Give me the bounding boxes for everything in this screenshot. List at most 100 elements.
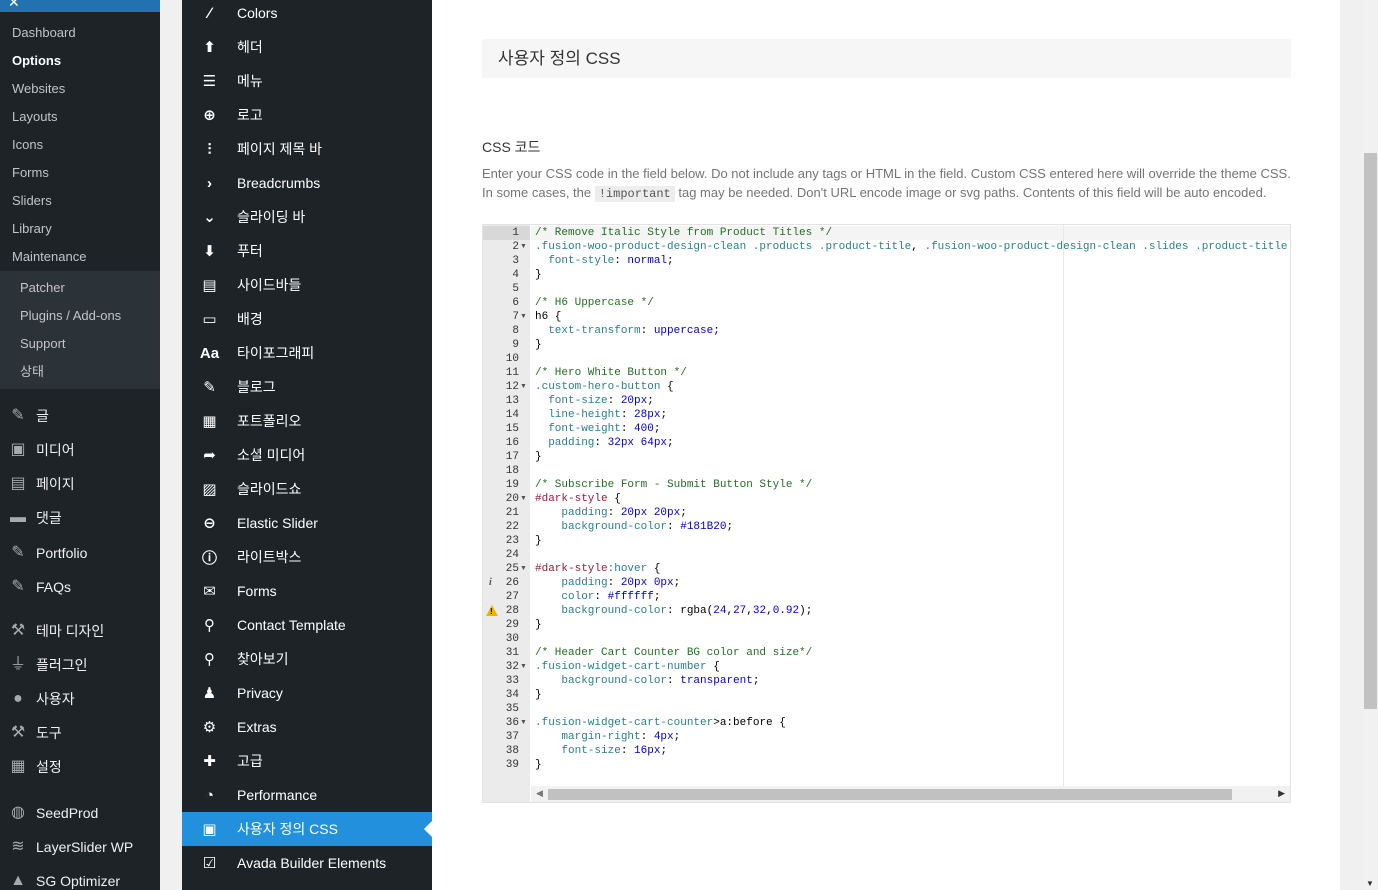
wp-submenu-item[interactable]: Forms [0, 159, 160, 187]
wp-menu-item[interactable]: ⚒ 도구 [0, 716, 160, 750]
options-menu-item[interactable]: ☰ 메뉴 [182, 64, 432, 98]
wp-menu-label: 글 [36, 408, 49, 424]
wp-submenu-item[interactable]: Library [0, 215, 160, 243]
line-number: 34 [505, 689, 519, 701]
page-scroll-thumb[interactable] [1364, 153, 1377, 709]
wp-menu-label: SG Optimizer [36, 873, 121, 889]
options-menu-item[interactable]: ☑ Avada Builder Elements [182, 846, 432, 880]
line-number: 10 [505, 353, 519, 365]
wp-menu-label: 테마 디자인 [36, 623, 105, 639]
fold-toggle-icon[interactable]: ▼ [520, 562, 527, 576]
options-menu-item[interactable]: › Breadcrumbs [182, 166, 432, 200]
options-menu-label: Performance [237, 787, 318, 803]
wp-menu-item[interactable]: ● 사용자 [0, 682, 160, 716]
wp-menu-item[interactable]: ▣ 미디어 [0, 433, 160, 467]
options-menu-item[interactable]: ⚲ Contact Template [182, 608, 432, 642]
scroll-down-icon[interactable]: ▼ [1366, 879, 1374, 888]
options-menu-label: 푸터 [237, 243, 263, 259]
wp-submenu2-item[interactable]: Support [0, 330, 160, 358]
editor-gutter: 1 2 ▼ 3 4 5 6 7 ▼ 8 9 10 11 12 ▼ 13 14 15 16 17 18 19 20 ▼ 21 22 2… [483, 225, 530, 802]
wp-submenu-item[interactable]: Websites [0, 75, 160, 103]
options-menu-item[interactable]: ▤ 사이드바들 [182, 268, 432, 302]
options-menu-item[interactable]: Aa 타이포그래피 [182, 336, 432, 370]
wp-submenu-item[interactable]: Layouts [0, 103, 160, 131]
wp-menu-item[interactable]: ◍ SeedProd [0, 796, 160, 830]
code-line: /* Subscribe Form - Submit Button Style … [535, 479, 813, 491]
options-menu-item[interactable]: ▨ 슬라이드쇼 [182, 472, 432, 506]
options-menu-item[interactable]: ⚲ 찾아보기 [182, 642, 432, 676]
wp-submenu2-item[interactable]: 상태 [0, 358, 160, 386]
options-menu-item[interactable]: ▣ 사용자 정의 CSS [182, 812, 432, 846]
line-number: 25 [505, 563, 519, 575]
wp-menu-item[interactable]: ✎ 글 [0, 399, 160, 433]
code-line: line-height: 28px; [548, 409, 668, 421]
options-menu-item[interactable]: ⊕ 로고 [182, 98, 432, 132]
options-menu-label: 사용자 정의 CSS [237, 821, 338, 837]
scroll-left-icon[interactable]: ◀ [536, 788, 543, 799]
wp-menu-label: LayerSlider WP [36, 839, 134, 855]
line-number: 6 [512, 297, 519, 309]
options-menu-item[interactable]: ➦ 소셜 미디어 [182, 438, 432, 472]
options-menu-item[interactable]: ⫶ 페이지 제목 바 [182, 132, 432, 166]
options-menu-item[interactable]: ◔ Performance [182, 778, 432, 812]
wp-menu-item[interactable]: ✎ FAQs [0, 570, 160, 604]
options-menu-item[interactable]: ▦ 포트폴리오 [182, 404, 432, 438]
chevron-down-icon: ⌄ [203, 209, 216, 226]
options-menu-item[interactable]: ⓘ 라이트박스 [182, 540, 432, 574]
hamburger-icon: ☰ [202, 73, 217, 90]
fold-toggle-icon[interactable]: ▼ [520, 492, 527, 506]
fold-toggle-icon[interactable]: ▼ [520, 240, 527, 254]
options-menu-label: 찾아보기 [237, 651, 289, 667]
options-menu-item[interactable]: ♟ Privacy [182, 676, 432, 710]
options-menu-item[interactable]: ✉ Forms [182, 574, 432, 608]
wp-menu-label: 댓글 [36, 510, 62, 526]
options-menu-item[interactable]: ∕ Colors [182, 0, 432, 30]
wp-submenu-item[interactable]: Sliders [0, 187, 160, 215]
options-menu-item[interactable]: ⬇ 푸터 [182, 234, 432, 268]
wp-submenu2-item[interactable]: Patcher [0, 274, 160, 302]
wp-submenu-item[interactable]: Options [0, 47, 160, 75]
fold-toggle-icon[interactable]: ▼ [520, 660, 527, 674]
code-line: .custom-hero-button { [535, 381, 674, 393]
line-number: 35 [505, 703, 519, 715]
editor-code-area[interactable]: /* Remove Italic Style from Product Titl… [531, 225, 1290, 786]
field-description: Enter your CSS code in the field below. … [482, 164, 1291, 204]
field-title: CSS 코드 [482, 139, 541, 155]
page-scrollbar[interactable]: ▼ [1363, 0, 1378, 890]
wp-menu-item[interactable]: ▲ SG Optimizer [0, 864, 160, 890]
options-menu-item[interactable]: ▭ 배경 [182, 302, 432, 336]
fold-toggle-icon[interactable]: ▼ [520, 380, 527, 394]
options-menu-item[interactable]: ⊖ Elastic Slider [182, 506, 432, 540]
wp-submenu-item[interactable]: Dashboard [0, 19, 160, 47]
info-icon: i [489, 577, 492, 588]
avada-menu-header[interactable]: ✕ [0, 0, 160, 12]
options-menu-item[interactable]: ⚙ Extras [182, 710, 432, 744]
wp-menu-item[interactable]: ≋ LayerSlider WP [0, 830, 160, 864]
horizontal-scrollbar[interactable]: ◀ ▶ [531, 786, 1290, 802]
css-code-editor[interactable]: 1 2 ▼ 3 4 5 6 7 ▼ 8 9 10 11 12 ▼ 13 14 15 16 17 18 19 20 ▼ 21 22 2… [482, 224, 1291, 803]
wp-menu-item[interactable]: ⏚ 플러그인 [0, 648, 160, 682]
horizontal-scroll-thumb[interactable] [548, 789, 1232, 800]
wp-menu-item[interactable]: ▬ 댓글 [0, 501, 160, 535]
wp-submenu-item[interactable]: Icons [0, 131, 160, 159]
options-menu-item[interactable]: ✚ 고급 [182, 744, 432, 778]
code-line: font-size: 16px; [561, 745, 668, 757]
code-line: } [535, 269, 542, 281]
wp-menu-item[interactable]: ✎ Portfolio [0, 536, 160, 570]
options-menu-item[interactable]: ⬆ 헤더 [182, 30, 432, 64]
info-icon: ⓘ [201, 549, 217, 567]
fold-toggle-icon[interactable]: ▼ [520, 716, 527, 730]
fold-toggle-icon[interactable]: ▼ [520, 310, 527, 324]
scroll-right-icon[interactable]: ▶ [1278, 788, 1285, 799]
sliders-icon: ⫶ [207, 140, 212, 158]
wp-menu-item[interactable]: ⚒ 테마 디자인 [0, 614, 160, 648]
wp-menu-item[interactable]: ▤ 페이지 [0, 467, 160, 501]
wp-submenu-item[interactable]: Maintenance [0, 243, 160, 271]
options-content: 사용자 정의 CSS CSS 코드 Enter your CSS code in… [432, 0, 1340, 890]
wp-submenu2-item[interactable]: Plugins / Add-ons [0, 302, 160, 330]
options-menu-item[interactable]: ✎ 블로그 [182, 370, 432, 404]
options-menu-label: 사이드바들 [237, 277, 302, 293]
wp-menu-item[interactable]: ▦ 설정 [0, 750, 160, 784]
options-menu-item[interactable]: ⌄ 슬라이딩 바 [182, 200, 432, 234]
arrow-up-icon: ⬆ [203, 39, 216, 56]
